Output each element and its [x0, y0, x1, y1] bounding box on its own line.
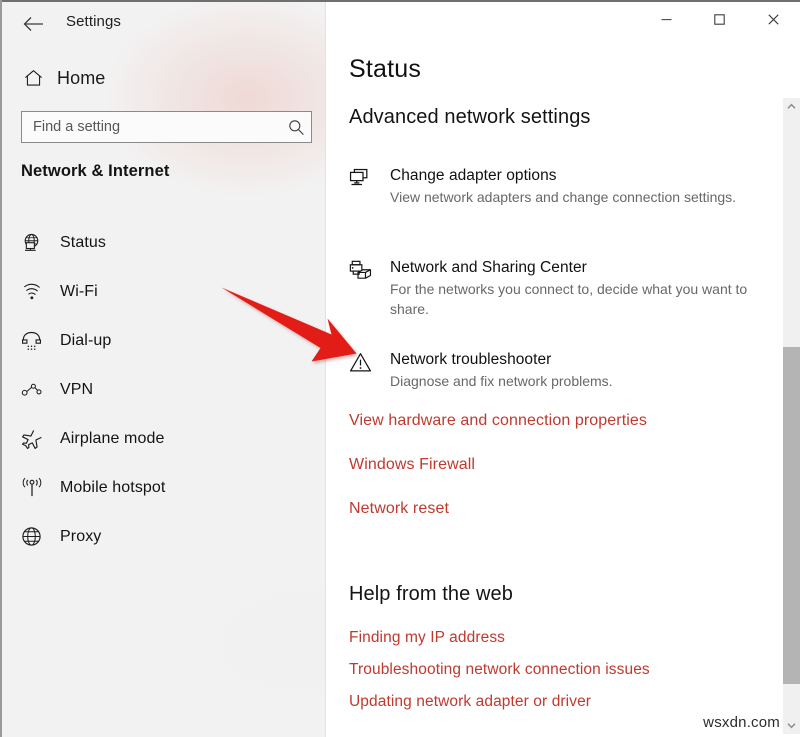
- two-monitors-icon: [349, 166, 377, 207]
- globe-status-icon: [21, 231, 49, 255]
- link-finding-my-ip-address[interactable]: Finding my IP address: [349, 629, 505, 647]
- content-pane: Status Advanced network settings Change …: [327, 2, 800, 737]
- setting-change-adapter-options[interactable]: Change adapter options View network adap…: [349, 166, 769, 207]
- maximize-button[interactable]: [693, 2, 746, 36]
- sidebar-item-wifi[interactable]: Wi-Fi: [2, 267, 326, 316]
- scrollbar-down-button[interactable]: [783, 717, 800, 734]
- window-controls: [640, 2, 800, 36]
- hotspot-icon: [21, 476, 49, 500]
- help-section-title: Help from the web: [349, 583, 513, 605]
- page-title: Status: [349, 55, 422, 83]
- sidebar-heading: Network & Internet: [21, 162, 170, 180]
- sidebar-item-mobile-hotspot[interactable]: Mobile hotspot: [2, 463, 326, 512]
- link-view-hardware-and-connection-properties[interactable]: View hardware and connection properties: [349, 412, 647, 430]
- setting-title: Change adapter options: [390, 167, 557, 184]
- airplane-icon: [21, 427, 49, 451]
- sidebar: Settings Home Network & Internet: [2, 2, 326, 737]
- sidebar-item-dialup[interactable]: Dial-up: [2, 316, 326, 365]
- sidebar-item-label: Wi-Fi: [60, 282, 98, 300]
- back-button[interactable]: [14, 9, 52, 39]
- sidebar-item-airplane-mode[interactable]: Airplane mode: [2, 414, 326, 463]
- settings-window: Settings Home Network & Internet: [0, 0, 800, 737]
- app-title: Settings: [66, 13, 121, 30]
- sidebar-item-label: Status: [60, 233, 106, 251]
- sidebar-item-proxy[interactable]: Proxy: [2, 512, 326, 561]
- setting-description: View network adapters and change connect…: [390, 189, 737, 205]
- link-windows-firewall[interactable]: Windows Firewall: [349, 456, 475, 474]
- watermark: wsxdn.com: [703, 714, 780, 731]
- setting-network-troubleshooter[interactable]: Network troubleshooter Diagnose and fix …: [349, 350, 769, 391]
- scrollbar-thumb[interactable]: [783, 347, 800, 684]
- home-label: Home: [57, 67, 106, 88]
- close-button[interactable]: [747, 2, 800, 36]
- close-icon: [768, 13, 779, 25]
- search-box[interactable]: [21, 111, 312, 143]
- setting-description: For the networks you connect to, decide …: [390, 281, 748, 317]
- setting-title: Network troubleshooter: [390, 351, 552, 368]
- maximize-icon: [714, 13, 726, 25]
- search-icon[interactable]: [281, 112, 311, 142]
- vpn-icon: [21, 378, 49, 402]
- sidebar-nav-list: Status Wi-Fi Dial-up VPN Airplane mode M…: [2, 218, 326, 561]
- minimize-button[interactable]: [640, 2, 693, 36]
- sidebar-item-status[interactable]: Status: [2, 218, 326, 267]
- wifi-icon: [21, 280, 49, 304]
- section-title: Advanced network settings: [349, 106, 591, 128]
- sidebar-item-vpn[interactable]: VPN: [2, 365, 326, 414]
- scrollbar[interactable]: [783, 98, 800, 734]
- chevron-down-icon: [787, 723, 796, 729]
- minimize-icon: [661, 18, 672, 20]
- search-input[interactable]: [22, 119, 281, 135]
- scrollbar-up-button[interactable]: [783, 98, 800, 115]
- link-troubleshooting-network-connection-issues[interactable]: Troubleshooting network connection issue…: [349, 661, 650, 679]
- sidebar-item-label: Proxy: [60, 527, 102, 545]
- setting-description: Diagnose and fix network problems.: [390, 373, 613, 389]
- setting-network-and-sharing-center[interactable]: Network and Sharing Center For the netwo…: [349, 258, 769, 319]
- warning-triangle-icon: [349, 350, 377, 391]
- link-updating-network-adapter-or-driver[interactable]: Updating network adapter or driver: [349, 693, 591, 711]
- chevron-up-icon: [787, 103, 796, 109]
- globe-icon: [21, 525, 49, 549]
- home-icon: [18, 69, 48, 87]
- phone-handset-icon: [21, 329, 49, 353]
- back-arrow-icon: [23, 17, 43, 31]
- sidebar-item-label: Mobile hotspot: [60, 478, 166, 496]
- setting-title: Network and Sharing Center: [390, 259, 587, 276]
- sidebar-item-home[interactable]: Home: [2, 60, 326, 96]
- title-bar: Settings: [2, 2, 326, 47]
- sidebar-item-label: Dial-up: [60, 331, 112, 349]
- printer-folder-icon: [349, 258, 377, 319]
- sidebar-item-label: VPN: [60, 380, 94, 398]
- link-network-reset[interactable]: Network reset: [349, 500, 449, 518]
- sidebar-item-label: Airplane mode: [60, 429, 165, 447]
